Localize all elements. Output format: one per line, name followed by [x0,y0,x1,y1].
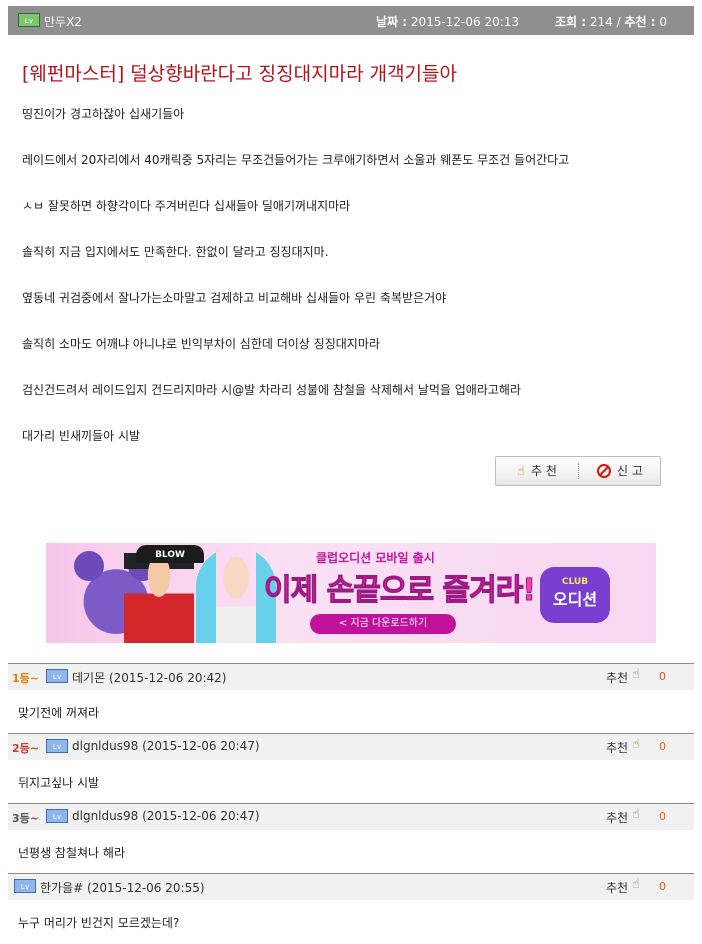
comment-recommend-label: 추천 [606,881,629,895]
views-value: 214 [589,15,613,29]
logo-top-text: CLUB [561,577,589,587]
banner-headline: 이제 손끝으로 즐겨라! [264,573,537,609]
stats-separator: / [616,15,621,29]
post-body-line: 대가리 빈새끼들아 시발 [22,429,141,443]
level-badge-icon: Lv [14,879,36,893]
level-badge-icon: Lv [46,669,68,683]
post-body-line: ㅅㅂ 잘못하면 하향각이다 주겨버린다 십새들아 딜애기꺼내지마라 [22,199,351,213]
date-value: 2015-12-06 20:13 [410,15,520,29]
comment-recommend-label: 추천 [606,741,629,755]
thumbs-up-icon: ☝ [517,464,525,479]
recommend-button-label: 추 천 [531,464,557,478]
comment-recommend-count: 0 [659,810,666,823]
thumbs-up-icon[interactable]: ☝ [632,737,640,752]
comment-rank: 3등~ [12,812,39,825]
comment-header: 3등~ Lv dlgnldus98 (2015-12-06 20:47) 추천 … [8,803,694,830]
recommend-label: 추천 : [624,15,656,29]
date-label: 날짜 : [376,15,408,29]
vote-button-group: ☝ 추 천 신 고 [495,456,661,486]
post-body-line: 띵진이가 경고하잖아 십새기들아 [22,107,185,121]
comment-text: 누구 머리가 빈건지 모르겠는데? [18,916,180,930]
comment-meta: dlgnldus98 (2015-12-06 20:47) [72,809,260,823]
comment-author[interactable]: dlgnldus98 [72,809,138,823]
comment-header: 2등~ Lv dlgnldus98 (2015-12-06 20:47) 추천 … [8,733,694,760]
level-badge-icon: Lv [46,809,68,823]
recommend-button[interactable]: ☝ 추 천 [496,457,578,485]
comment-text: 넌평생 참철쳐나 해라 [18,846,125,860]
comment-rank: 1등~ [12,672,39,685]
post-body-line: 레이드에서 20자리에서 40캐릭중 5자리는 무조건들어가는 크루애기하면서 … [22,153,570,167]
logo-main-text: 오디션 [552,590,598,609]
level-badge-icon: Lv [18,13,40,27]
comment-meta: 데기몬 (2015-12-06 20:42) [72,669,226,686]
report-button-label: 신 고 [617,464,643,478]
post-body-line: 솔직히 지금 입지에서도 만족한다. 한없이 달라고 징징대지마. [22,245,329,259]
comment-header: Lv 한가을# (2015-12-06 20:55) 추천 ☝ 0 [8,873,694,900]
comment-text: 맞기전에 꺼져라 [18,706,100,720]
post-date: 날짜 : 2015-12-06 20:13 [376,13,519,30]
comment-header: 1등~ Lv 데기몬 (2015-12-06 20:42) 추천 ☝ 0 [8,663,694,690]
report-button[interactable]: 신 고 [580,457,660,485]
thumbs-up-icon[interactable]: ☝ [632,807,640,822]
recommend-value: 0 [659,15,668,29]
comment-author[interactable]: 한가을# [40,881,83,895]
post-author[interactable]: 만두X2 [44,13,82,30]
post-body-line: 검신건드려서 레이드입지 건드리지마라 시@발 차라리 성불에 참철을 삭제해서… [22,383,521,397]
comment-meta: dlgnldus98 (2015-12-06 20:47) [72,739,260,753]
club-audition-logo: CLUB 오디션 [540,567,610,623]
comment-date: (2015-12-06 20:47) [142,809,260,823]
views-label: 조회 : [555,15,587,29]
comment-recommend-count: 0 [659,740,666,753]
comment-date: (2015-12-06 20:47) [142,739,260,753]
comment-rank: 2등~ [12,742,39,755]
comment-recommend-count: 0 [659,880,666,893]
character-illustration [124,553,194,643]
comment-author[interactable]: dlgnldus98 [72,739,138,753]
comment-recommend-label: 추천 [606,811,629,825]
comment-recommend-count: 0 [659,670,666,683]
level-badge-icon: Lv [46,739,68,753]
banner-download-button[interactable]: < 지금 다운로드하기 [310,614,456,634]
post-body-line: 옆동네 귀검중에서 잘나가는소마말고 검제하고 비교해바 십새들아 우린 축복받… [22,291,447,305]
banner-subtitle: 클럽오디션 모바일 출시 [316,551,435,565]
post-title: [웨펀마스터] 덜상향바란다고 징징대지마라 개객기들아 [22,63,457,85]
comment-date: (2015-12-06 20:55) [87,881,205,895]
post-stats: 조회 : 214 / 추천 : 0 [555,13,667,30]
comment-date: (2015-12-06 20:42) [108,671,227,685]
comment-recommend-label: 추천 [606,671,629,685]
no-entry-icon [597,464,612,478]
ad-banner[interactable]: BLOW 클럽오디션 모바일 출시 이제 손끝으로 즐겨라! < 지금 다운로드… [46,543,656,643]
thumbs-up-icon[interactable]: ☝ [632,667,640,682]
comment-author[interactable]: 데기몬 [72,671,105,685]
comment-meta: 한가을# (2015-12-06 20:55) [40,879,205,896]
post-header-bar: Lv 만두X2 날짜 : 2015-12-06 20:13 조회 : 214 /… [8,6,694,35]
banner-cap-text: BLOW [136,545,204,563]
comment-text: 뒤지고싶나 시발 [18,776,100,790]
post-body-line: 솔직히 소마도 어깨냐 아니냐로 빈익부차이 심한데 더이상 징징대지마라 [22,337,380,351]
thumbs-up-icon[interactable]: ☝ [632,877,640,892]
